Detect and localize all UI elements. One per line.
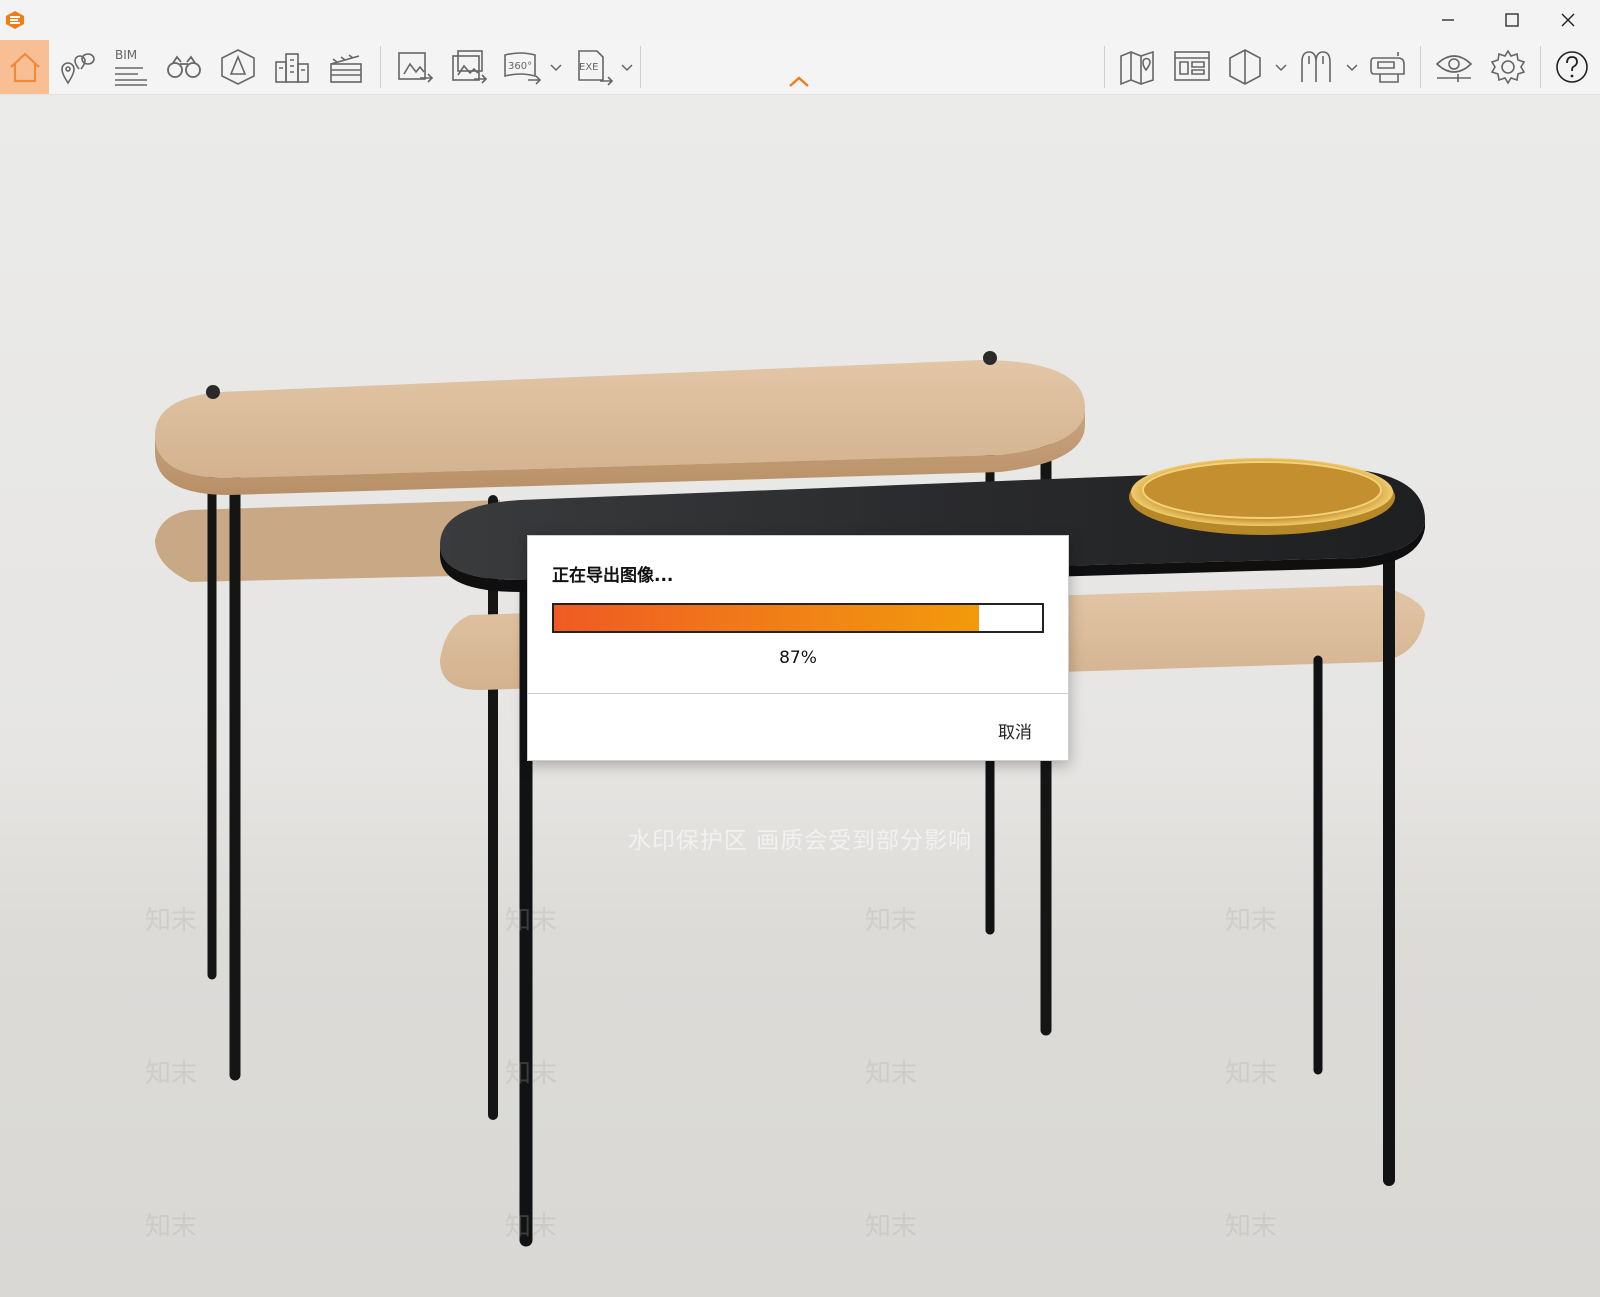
location-pins-button[interactable] [56,40,98,94]
avatars-button[interactable] [1294,40,1338,94]
dialog-divider [528,693,1068,694]
buildings-button[interactable] [270,40,314,94]
export-360-panorama-icon: 360° [504,52,542,85]
close-button[interactable] [1536,0,1600,40]
watermark-mark: 知末 [505,1059,558,1089]
map-button[interactable] [1114,40,1162,94]
avatars-icon [1301,51,1331,82]
export-image-icon [398,52,434,83]
watermark-mark: 知末 [1225,1059,1278,1089]
binoculars-button[interactable] [162,40,206,94]
section-box-icon [1229,49,1261,85]
exe-dropdown-caret[interactable] [621,58,633,78]
watermark-mark: 知末 [1225,1212,1278,1242]
cancel-button[interactable]: 取消 [998,718,1032,743]
binoculars-icon [167,55,201,78]
chevron-down-icon [621,64,633,72]
section-box-button[interactable] [1222,40,1268,94]
vr-headset-icon [1370,52,1405,83]
watermark-mark: 知末 [865,906,918,936]
toolbar-separator [1104,46,1105,88]
settings-icon [1490,49,1526,85]
toolbar-separator [380,46,381,88]
maximize-button[interactable] [1480,0,1544,40]
minimize-button[interactable] [1416,0,1480,40]
watermark-notice: 水印保护区 画质会受到部分影响 [627,828,973,854]
visibility-icon [1435,55,1473,82]
vr-headset-button[interactable] [1364,40,1412,94]
toolbar-separator [1540,46,1541,88]
floorplan-view-button[interactable] [1168,40,1216,94]
buildings-icon [275,53,309,83]
panorama-dropdown-caret[interactable] [550,58,562,78]
minimize-icon [1442,19,1454,21]
section-dropdown-caret[interactable] [1275,58,1287,78]
toolbar-separator [1420,46,1421,88]
toolbar-separator [640,46,641,88]
maximize-icon [1505,13,1519,27]
app-logo-icon [4,9,26,31]
chevron-down-icon [550,64,562,72]
map-icon [1120,50,1154,86]
visibility-button[interactable] [1430,40,1478,94]
chevron-down-icon [1346,64,1358,72]
watermark-mark: 知末 [505,1212,558,1242]
help-icon [1556,51,1588,83]
chevron-down-icon [1275,64,1287,72]
export-progress-dialog: 正在导出图像... 87% 取消 [527,535,1069,761]
watermark-mark: 知末 [505,906,558,936]
home-icon [9,52,40,83]
watermark-mark: 知末 [145,906,198,936]
bim-icon: BIM [115,48,147,86]
home-button[interactable] [0,40,49,94]
progress-percent: 87% [779,648,817,668]
watermark-mark: 知末 [1225,906,1278,936]
export-exe-button[interactable]: EXE [572,40,618,94]
close-icon [1561,13,1575,27]
title-bar [0,0,1600,40]
avatars-dropdown-caret[interactable] [1346,58,1358,78]
watermark-mark: 知末 [865,1059,918,1089]
chevron-up-icon [789,76,809,87]
export-360-panorama-button[interactable]: 360° [500,40,546,94]
location-pins-icon [61,53,95,85]
settings-button[interactable] [1484,40,1532,94]
export-batch-images-button[interactable] [446,40,494,94]
svg-text:360°: 360° [508,61,532,72]
svg-text:BIM: BIM [115,48,137,62]
walkthrough-icon [221,49,255,85]
dialog-title: 正在导出图像... [552,566,674,586]
walkthrough-button[interactable] [216,40,260,94]
export-image-button[interactable] [392,40,440,94]
export-batch-images-icon [452,50,488,84]
watermark-mark: 知末 [865,1212,918,1242]
svg-text:EXE: EXE [579,62,599,73]
animation-button[interactable] [324,40,368,94]
bim-button[interactable]: BIM [108,40,152,94]
watermark-mark: 知末 [145,1059,198,1089]
floorplan-view-icon [1174,51,1210,81]
export-progress-bar [552,603,1044,633]
watermark-mark: 知末 [145,1212,198,1242]
help-button[interactable] [1550,40,1594,94]
export-exe-icon: EXE [578,50,614,86]
collapse-toolbar-button[interactable] [785,72,813,92]
clapperboard-icon [330,54,362,83]
progress-fill [554,605,979,631]
